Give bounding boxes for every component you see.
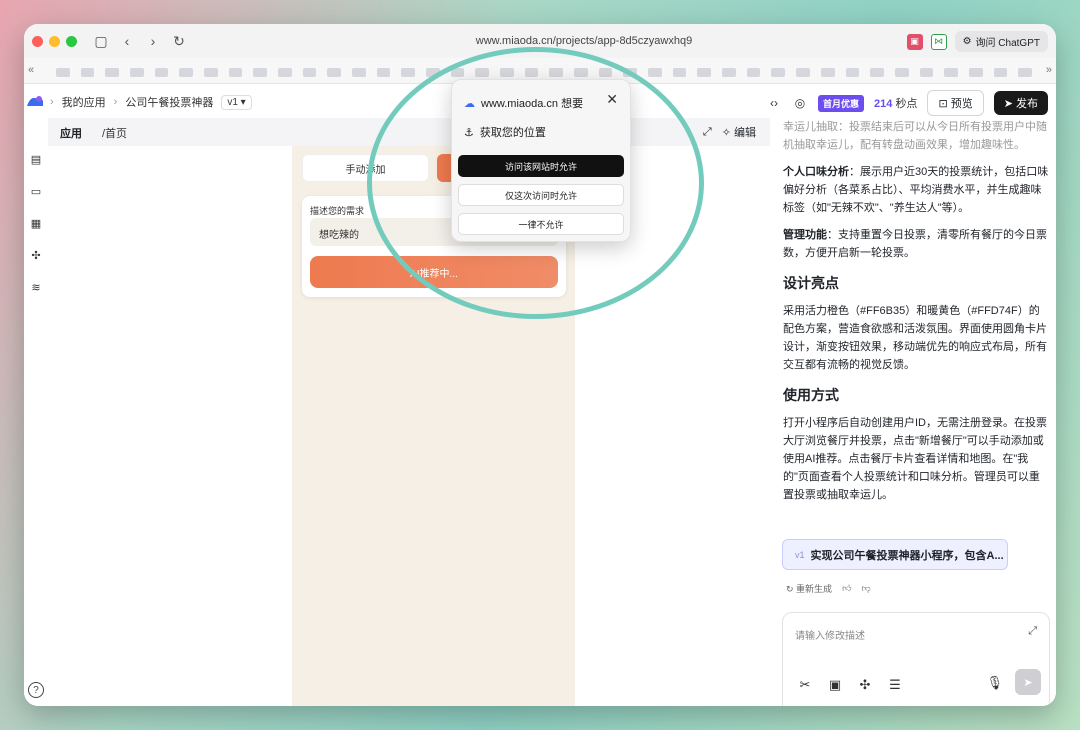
- header-actions: ‹› ◎ 首月优惠 214 秒点 ⊡ 预览 ➤ 发布: [766, 90, 1048, 116]
- breadcrumb-app-name[interactable]: 公司午餐投票神器: [125, 94, 213, 110]
- zoom-window-button[interactable]: [66, 36, 77, 47]
- canvas-blank-left: [48, 146, 292, 706]
- image-icon[interactable]: ▣: [827, 677, 843, 693]
- chevron-right-icon: ›: [113, 96, 118, 108]
- help-icon[interactable]: ?: [28, 682, 44, 698]
- generation-summary: 幸运儿抽取：投票结束后可以从今日所有投票用户中随机抽取幸运儿，配有转盘动画效果，…: [783, 118, 1049, 513]
- edit-label: 编辑: [734, 127, 756, 139]
- plugin-icon[interactable]: ✣: [857, 677, 873, 693]
- workspace-actions: ⤢ ✧ 编辑: [703, 124, 756, 140]
- countdown-value: 214: [874, 98, 893, 110]
- window-controls: [32, 36, 77, 47]
- code-icon[interactable]: ‹›: [766, 95, 782, 111]
- version-selector[interactable]: v1 ▾: [221, 94, 252, 110]
- ai-chat-panel: 幸运儿抽取：投票结束后可以从今日所有投票用户中随机抽取幸运儿，配有转盘动画效果，…: [770, 118, 1056, 706]
- paragraph-personal-title: 个人口味分析: [783, 166, 849, 178]
- thumbs-down-icon[interactable]: 👎︎: [861, 583, 870, 594]
- composer: 请输入修改描述 ⤢ ✂ ▣ ✣ ☰ 🎙︎ ➤: [782, 612, 1050, 706]
- extension-icon[interactable]: ⋈: [930, 33, 947, 50]
- rail-plugin-icon[interactable]: ✣: [28, 247, 44, 263]
- toolbar-extensions: ▣ ⋈ ⚙ 询问 ChatGPT: [906, 31, 1048, 52]
- faded-paragraph: 幸运儿抽取：投票结束后可以从今日所有投票用户中随机抽取幸运儿，配有转盘动画效果，…: [783, 121, 1047, 151]
- scissors-icon[interactable]: ✂: [797, 677, 813, 693]
- heading-design: 设计亮点: [783, 275, 839, 291]
- rail-database-icon[interactable]: ≋: [28, 279, 44, 295]
- fullscreen-icon[interactable]: ⤢: [703, 126, 712, 139]
- bookmarks-left-chevron-icon[interactable]: «: [28, 64, 34, 76]
- send-button[interactable]: ➤: [1015, 669, 1041, 695]
- describe-label: 描述您的需求: [310, 206, 365, 216]
- countdown-unit: 秒点: [895, 98, 918, 110]
- breadcrumb: › 我的应用 › 公司午餐投票神器 v1 ▾: [50, 94, 252, 110]
- close-window-button[interactable]: [32, 36, 43, 47]
- page-path[interactable]: /首页: [102, 125, 127, 141]
- list-add-icon[interactable]: ☰: [887, 677, 903, 693]
- publish-label: 发布: [1016, 98, 1038, 110]
- preview-button[interactable]: ⊡ 预览: [927, 90, 984, 116]
- reload-icon[interactable]: ↻: [170, 32, 188, 50]
- countdown: 214 秒点: [874, 95, 917, 111]
- composer-input[interactable]: 请输入修改描述: [795, 627, 865, 642]
- extension-icon[interactable]: ▣: [906, 33, 923, 50]
- miaoda-logo-icon[interactable]: [26, 93, 44, 107]
- paragraph-usage: 打开小程序后自动创建用户ID，无需注册登录。在投票大厅浏览餐厅并投票，点击"新增…: [783, 417, 1047, 501]
- tab-app[interactable]: 应用: [60, 125, 82, 141]
- paragraph-admin: 管理功能：支持重置今日投票，清零所有餐厅的今日票数，方便开启新一轮投票。: [783, 226, 1049, 262]
- browser-window: ▢ ‹ › ↻ www.miaoda.cn/projects/app-8d5cz…: [24, 24, 1056, 706]
- ask-chatgpt-label: 询问 ChatGPT: [975, 38, 1040, 49]
- edit-button[interactable]: ✧ 编辑: [722, 124, 756, 140]
- forward-icon[interactable]: ›: [144, 32, 162, 50]
- preview-label: 预览: [950, 98, 973, 110]
- rail-app-icon[interactable]: ▤: [28, 151, 44, 167]
- regenerate-label: 重新生成: [796, 584, 833, 594]
- promo-badge[interactable]: 首月优惠: [818, 94, 865, 112]
- thumbs-up-icon[interactable]: 👍︎: [842, 583, 851, 594]
- version-chip[interactable]: v1 实现公司午餐投票神器小程序，包含A...: [782, 539, 1008, 570]
- regenerate-button[interactable]: ↻ 重新生成: [786, 582, 832, 595]
- chip-version: v1: [795, 549, 805, 560]
- paragraph-admin-title: 管理功能: [783, 229, 827, 241]
- ask-chatgpt-button[interactable]: ⚙ 询问 ChatGPT: [954, 31, 1048, 52]
- bookmarks-right-chevron-icon[interactable]: »: [1046, 64, 1052, 76]
- paragraph-design: 采用活力橙色（#FF6B35）和暖黄色（#FFD74F）的配色方案，营造食欲感和…: [783, 305, 1047, 371]
- chevron-right-icon: ›: [50, 96, 54, 108]
- composer-tools: ✂ ▣ ✣ ☰: [797, 677, 903, 693]
- minimize-window-button[interactable]: [49, 36, 60, 47]
- rail-model-icon[interactable]: ▦: [28, 215, 44, 231]
- publish-button[interactable]: ➤ 发布: [993, 91, 1048, 115]
- highlight-circle: [367, 47, 704, 319]
- heading-usage: 使用方式: [783, 387, 839, 403]
- chatgpt-icon: ⚙: [962, 36, 972, 47]
- left-rail: ▤ ▭ ▦ ✣ ≋: [24, 118, 48, 706]
- rail-document-icon[interactable]: ▭: [28, 183, 44, 199]
- paragraph-personal: 个人口味分析：展示用户近30天的投票统计，包括口味偏好分析（各菜系占比）、平均消…: [783, 163, 1049, 217]
- back-icon[interactable]: ‹: [118, 32, 136, 50]
- settings-icon[interactable]: ◎: [792, 95, 808, 111]
- expand-icon[interactable]: ⤢: [1028, 625, 1037, 638]
- breadcrumb-my-apps[interactable]: 我的应用: [62, 94, 106, 110]
- microphone-icon[interactable]: 🎙︎: [986, 675, 1003, 691]
- sidebar-toggle-icon[interactable]: ▢: [92, 32, 110, 50]
- message-actions: ↻ 重新生成 👍︎ 👎︎: [786, 582, 871, 595]
- address-bar[interactable]: www.miaoda.cn/projects/app-8d5czyawxhq9: [444, 35, 724, 47]
- chip-text: 实现公司午餐投票神器小程序，包含A...: [810, 549, 1004, 562]
